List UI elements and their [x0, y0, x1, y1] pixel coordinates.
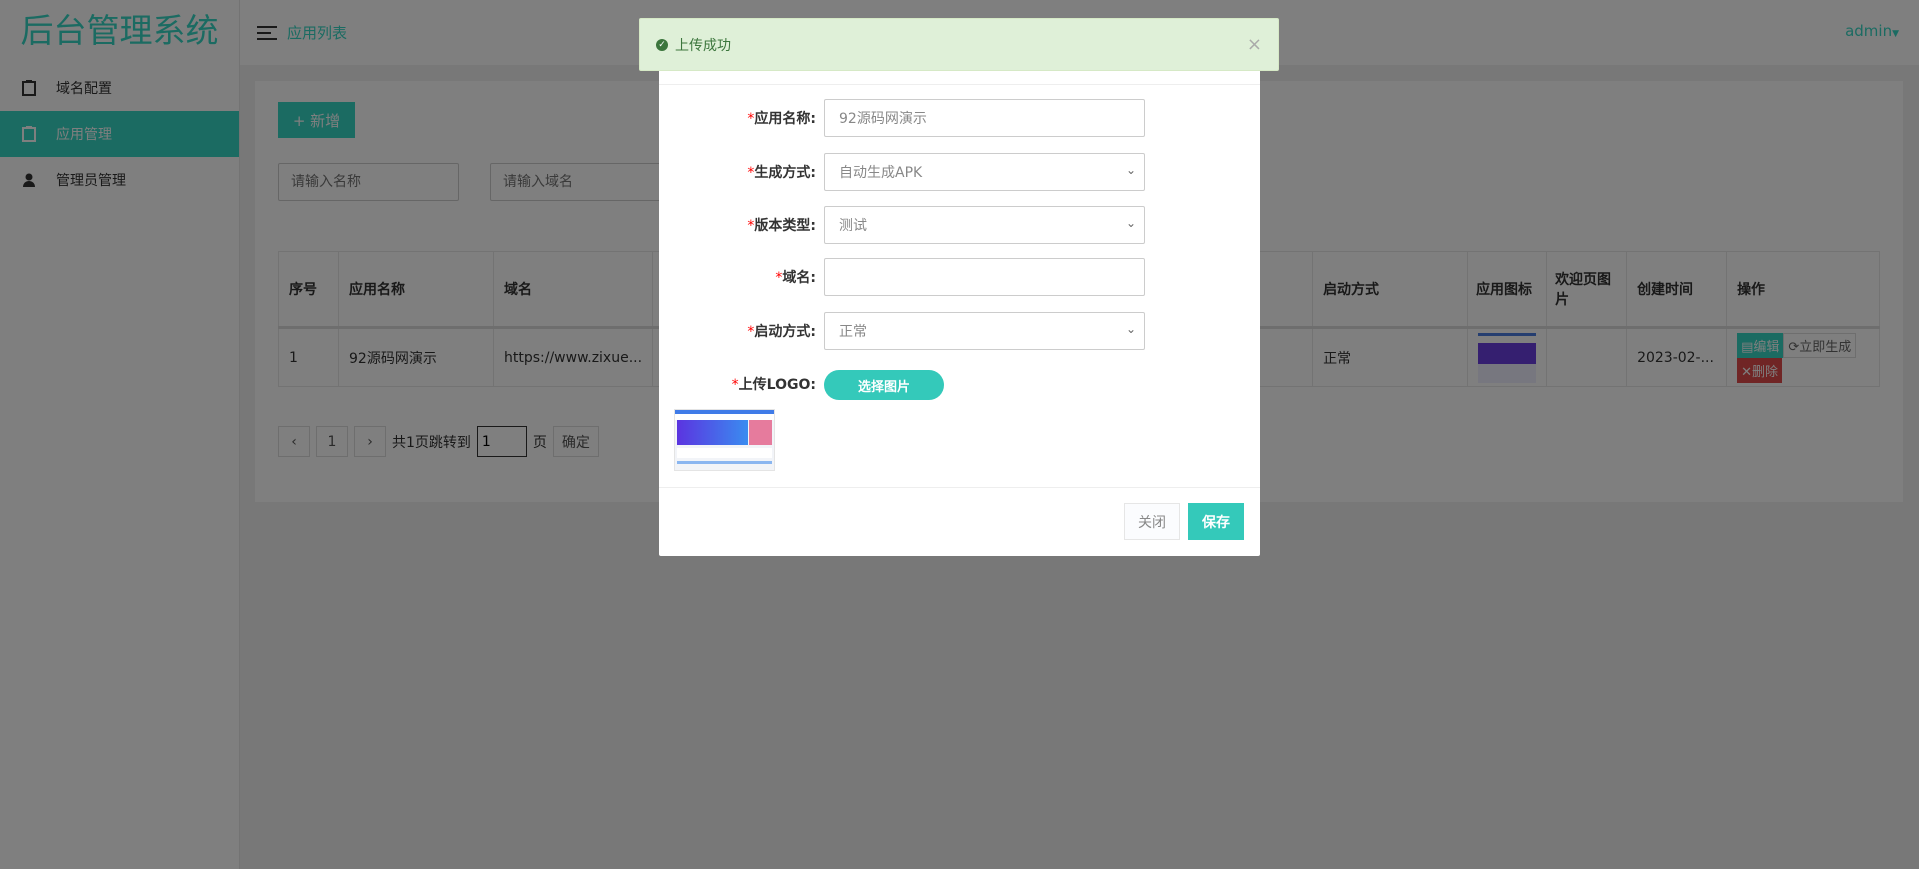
form-row-app-name: *应用名称: 92源码网演示	[659, 99, 1260, 137]
modal-header-divider	[659, 84, 1260, 85]
form-row-start-mode: *启动方式: 正常 ⌄	[659, 312, 1260, 350]
success-toast: ✓ 上传成功 ×	[639, 18, 1279, 71]
chevron-down-icon: ⌄	[1125, 216, 1136, 230]
chevron-down-icon: ⌄	[1125, 163, 1136, 177]
edit-app-modal: *应用名称: 92源码网演示 *生成方式: 自动生成APK ⌄ *版本类型: 测试…	[659, 40, 1260, 556]
field-value: 92源码网演示	[839, 111, 927, 127]
save-button[interactable]: 保存	[1188, 503, 1244, 540]
form-row-logo: *上传LOGO: 选择图片	[659, 365, 1260, 403]
build-mode-select[interactable]: 自动生成APK ⌄	[824, 153, 1145, 191]
start-mode-select[interactable]: 正常 ⌄	[824, 312, 1145, 350]
modal-footer-divider	[659, 487, 1260, 488]
form-row-build-mode: *生成方式: 自动生成APK ⌄	[659, 153, 1260, 191]
version-type-select[interactable]: 测试 ⌄	[824, 206, 1145, 244]
field-label: 版本类型:	[754, 218, 816, 234]
field-label: 应用名称:	[754, 111, 816, 127]
close-icon[interactable]: ×	[1247, 34, 1262, 55]
field-label: 启动方式:	[754, 324, 816, 340]
field-label: 上传LOGO:	[738, 377, 816, 393]
check-circle-icon: ✓	[656, 38, 668, 51]
field-value: 测试	[839, 218, 867, 234]
field-label: 域名:	[782, 270, 816, 286]
app-name-input[interactable]: 92源码网演示	[824, 99, 1145, 137]
close-button[interactable]: 关闭	[1124, 503, 1180, 540]
form-row-domain: *域名:	[659, 258, 1260, 296]
field-label: 生成方式:	[754, 165, 816, 181]
chevron-down-icon: ⌄	[1125, 322, 1136, 336]
field-value: 正常	[839, 324, 867, 340]
choose-image-button[interactable]: 选择图片	[824, 370, 944, 400]
toast-message: 上传成功	[675, 37, 731, 54]
required-mark: *	[731, 377, 739, 393]
logo-preview-image	[674, 409, 775, 471]
domain-input[interactable]	[824, 258, 1145, 296]
field-value: 自动生成APK	[839, 165, 923, 181]
form-row-version-type: *版本类型: 测试 ⌄	[659, 206, 1260, 244]
